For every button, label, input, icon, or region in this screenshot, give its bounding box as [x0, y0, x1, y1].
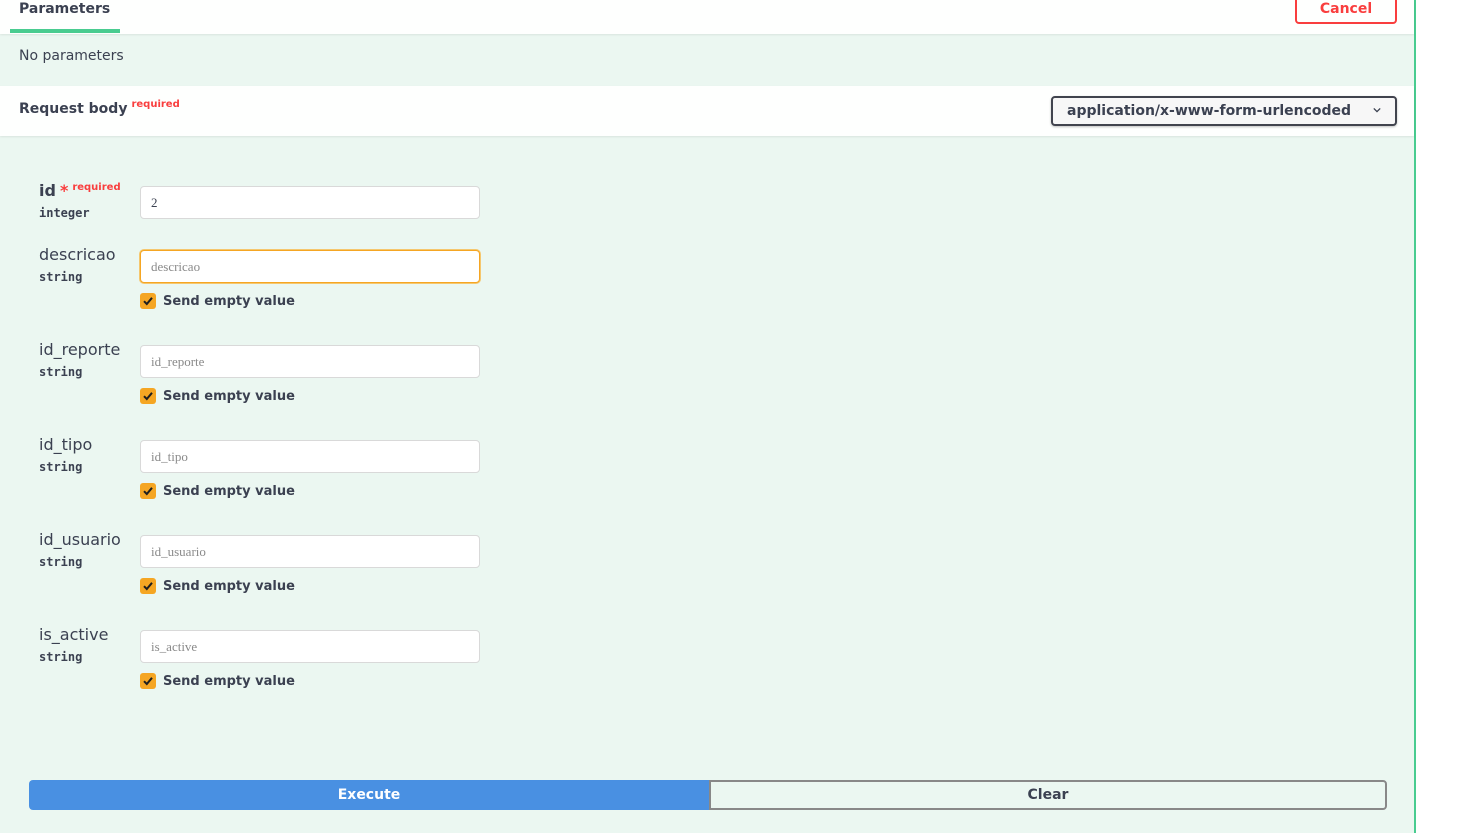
checkmark-icon	[143, 392, 153, 401]
send-empty-checkbox[interactable]	[140, 483, 156, 499]
checkmark-icon	[143, 487, 153, 496]
id-input[interactable]	[140, 186, 480, 219]
execute-button[interactable]: Execute	[29, 780, 709, 810]
field-name-id-reporte: id_reporte	[39, 340, 121, 359]
is-active-input[interactable]	[140, 630, 480, 663]
field-type-id: integer	[39, 206, 90, 220]
checkmark-icon	[143, 677, 153, 686]
cancel-button[interactable]: Cancel	[1295, 0, 1397, 24]
required-star: *	[59, 181, 69, 200]
parameters-header: Parameters Cancel	[0, 0, 1414, 34]
field-type-id-usuario: string	[39, 555, 83, 569]
required-badge: required	[72, 182, 121, 193]
chevron-down-icon	[1373, 107, 1381, 113]
tab-parameters[interactable]: Parameters	[10, 0, 120, 33]
content-type-value: application/x-www-form-urlencoded	[1067, 103, 1352, 119]
send-empty-label: Send empty value	[163, 294, 295, 309]
send-empty-label: Send empty value	[163, 674, 295, 689]
clear-button[interactable]: Clear	[709, 780, 1387, 810]
field-name-id-tipo: id_tipo	[39, 435, 93, 454]
send-empty-checkbox[interactable]	[140, 293, 156, 309]
no-parameters-message: No parameters	[19, 48, 124, 64]
id-usuario-input[interactable]	[140, 535, 480, 568]
send-empty-label: Send empty value	[163, 484, 295, 499]
field-name-id: id * required	[39, 181, 121, 200]
send-empty-label: Send empty value	[163, 389, 295, 404]
request-body-title: Request body required	[19, 99, 180, 117]
field-type-id-tipo: string	[39, 460, 83, 474]
content-type-select[interactable]: application/x-www-form-urlencoded	[1051, 96, 1397, 126]
try-it-out-panel: Parameters Cancel No parameters Request …	[0, 0, 1416, 833]
send-empty-label: Send empty value	[163, 579, 295, 594]
request-body-label: Request body	[19, 101, 128, 117]
checkmark-icon	[143, 582, 153, 591]
field-type-id-reporte: string	[39, 365, 83, 379]
send-empty-checkbox[interactable]	[140, 673, 156, 689]
field-type-is-active: string	[39, 650, 83, 664]
send-empty-checkbox[interactable]	[140, 578, 156, 594]
field-type-descricao: string	[39, 270, 83, 284]
send-empty-checkbox[interactable]	[140, 388, 156, 404]
field-name-id-usuario: id_usuario	[39, 530, 121, 549]
id-reporte-input[interactable]	[140, 345, 480, 378]
field-name-descricao: descricao	[39, 245, 116, 264]
checkmark-icon	[143, 297, 153, 306]
field-label: id	[39, 181, 56, 200]
id-tipo-input[interactable]	[140, 440, 480, 473]
required-badge: required	[131, 99, 180, 110]
descricao-input[interactable]	[140, 250, 480, 283]
field-name-is-active: is_active	[39, 625, 109, 644]
